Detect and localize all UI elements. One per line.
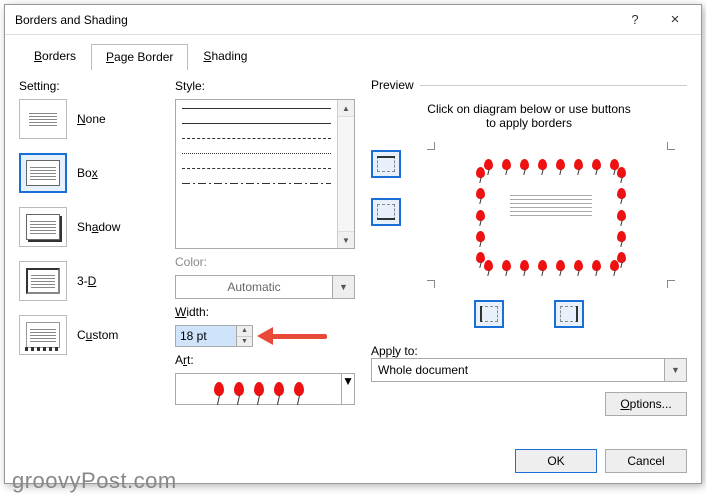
style-column: Style: ▲ ▼ Color: Automatic <box>175 79 355 441</box>
balloon-icon <box>214 382 224 396</box>
line-solid-thin[interactable] <box>182 108 331 109</box>
line-dashed[interactable] <box>182 138 331 139</box>
width-spin-up[interactable]: ▲ <box>237 326 252 337</box>
balloon-icon <box>254 382 264 396</box>
guide-mark-icon <box>427 280 435 288</box>
callout-arrow-icon <box>257 325 327 347</box>
preview-fieldset: Preview <box>371 85 687 100</box>
preview-side-buttons <box>371 140 409 290</box>
setting-box-icon <box>19 153 67 193</box>
apply-to-dropdown-button[interactable]: ▼ <box>664 359 686 381</box>
tab-strip: Borders Page Border Shading <box>5 35 701 69</box>
style-label: Style: <box>175 79 355 93</box>
style-scrollbar[interactable]: ▲ ▼ <box>337 100 354 248</box>
style-lines <box>176 100 337 248</box>
setting-none-label: None <box>77 112 106 126</box>
border-left-button[interactable] <box>474 300 504 328</box>
width-spinner[interactable]: ▲ ▼ <box>236 326 252 346</box>
tab-borders[interactable]: Borders <box>19 43 91 69</box>
tab-page-border[interactable]: Page Border <box>91 44 188 70</box>
close-button[interactable]: × <box>655 6 695 34</box>
guide-mark-icon <box>667 142 675 150</box>
preview-hint: Click on diagram below or use buttons to… <box>371 102 687 130</box>
apply-to-dropdown[interactable]: Whole document ▼ <box>371 358 687 382</box>
border-bottom-button[interactable] <box>371 198 401 226</box>
setting-shadow-label: Shadow <box>77 220 120 234</box>
guide-mark-icon <box>667 280 675 288</box>
style-listbox[interactable]: ▲ ▼ <box>175 99 355 249</box>
balloon-icon <box>234 382 244 396</box>
watermark-text: groovyPost.com <box>12 468 177 494</box>
setting-3d[interactable]: 3-D <box>19 261 159 301</box>
scroll-track[interactable] <box>338 117 354 231</box>
preview-column: Preview Click on diagram below or use bu… <box>371 79 687 441</box>
width-input[interactable]: 18 pt ▲ ▼ <box>175 325 253 347</box>
setting-label: Setting: <box>19 79 159 93</box>
preview-bottom-buttons <box>371 300 687 328</box>
setting-none[interactable]: None <box>19 99 159 139</box>
color-dropdown[interactable]: Automatic ▼ <box>175 275 355 299</box>
setting-custom[interactable]: Custom <box>19 315 159 355</box>
line-dotted[interactable] <box>182 153 331 154</box>
apply-to-label: Apply to: <box>371 344 687 358</box>
preview-diagram[interactable] <box>415 140 687 290</box>
apply-to-value: Whole document <box>372 363 664 377</box>
setting-custom-label: Custom <box>77 328 118 342</box>
setting-none-icon <box>19 99 67 139</box>
setting-shadow[interactable]: Shadow <box>19 207 159 247</box>
help-button[interactable]: ? <box>615 6 655 34</box>
ok-button[interactable]: OK <box>515 449 597 473</box>
preview-area <box>371 140 687 290</box>
color-dropdown-button[interactable]: ▼ <box>332 276 354 298</box>
art-label: Art: <box>175 353 355 367</box>
scroll-up-icon[interactable]: ▲ <box>338 100 354 117</box>
art-dropdown[interactable]: ▼ <box>175 373 355 405</box>
dialog-body: Setting: None Box Shadow <box>5 69 701 449</box>
setting-custom-icon <box>19 315 67 355</box>
tab-shading[interactable]: Shading <box>188 43 262 69</box>
dialog-footer: OK Cancel <box>515 449 687 473</box>
preview-legend: Preview <box>371 78 420 92</box>
color-value: Automatic <box>176 280 332 294</box>
setting-box-label: Box <box>77 166 98 180</box>
setting-shadow-icon <box>19 207 67 247</box>
width-spin-down[interactable]: ▼ <box>237 337 252 347</box>
setting-3d-label: 3-D <box>77 274 96 288</box>
border-right-button[interactable] <box>554 300 584 328</box>
borders-shading-dialog: Borders and Shading ? × Borders Page Bor… <box>4 4 702 484</box>
guide-mark-icon <box>427 142 435 150</box>
apply-to-row: Apply to: Whole document ▼ <box>371 344 687 382</box>
options-button[interactable]: Options... <box>605 392 687 416</box>
window-title: Borders and Shading <box>15 13 615 27</box>
border-top-button[interactable] <box>371 150 401 178</box>
setting-3d-icon <box>19 261 67 301</box>
color-label: Color: <box>175 255 355 269</box>
line-dash-small[interactable] <box>182 168 331 169</box>
balloon-icon <box>274 382 284 396</box>
line-solid[interactable] <box>182 123 331 124</box>
art-dropdown-button[interactable]: ▼ <box>341 374 354 404</box>
width-value[interactable]: 18 pt <box>176 326 236 346</box>
art-value <box>176 374 341 404</box>
cancel-button[interactable]: Cancel <box>605 449 687 473</box>
preview-page <box>476 159 626 271</box>
width-label: Width: <box>175 305 355 319</box>
scroll-down-icon[interactable]: ▼ <box>338 231 354 248</box>
balloon-icon <box>294 382 304 396</box>
line-dashdot[interactable] <box>182 183 331 184</box>
setting-box[interactable]: Box <box>19 153 159 193</box>
setting-column: Setting: None Box Shadow <box>19 79 159 441</box>
titlebar: Borders and Shading ? × <box>5 5 701 35</box>
